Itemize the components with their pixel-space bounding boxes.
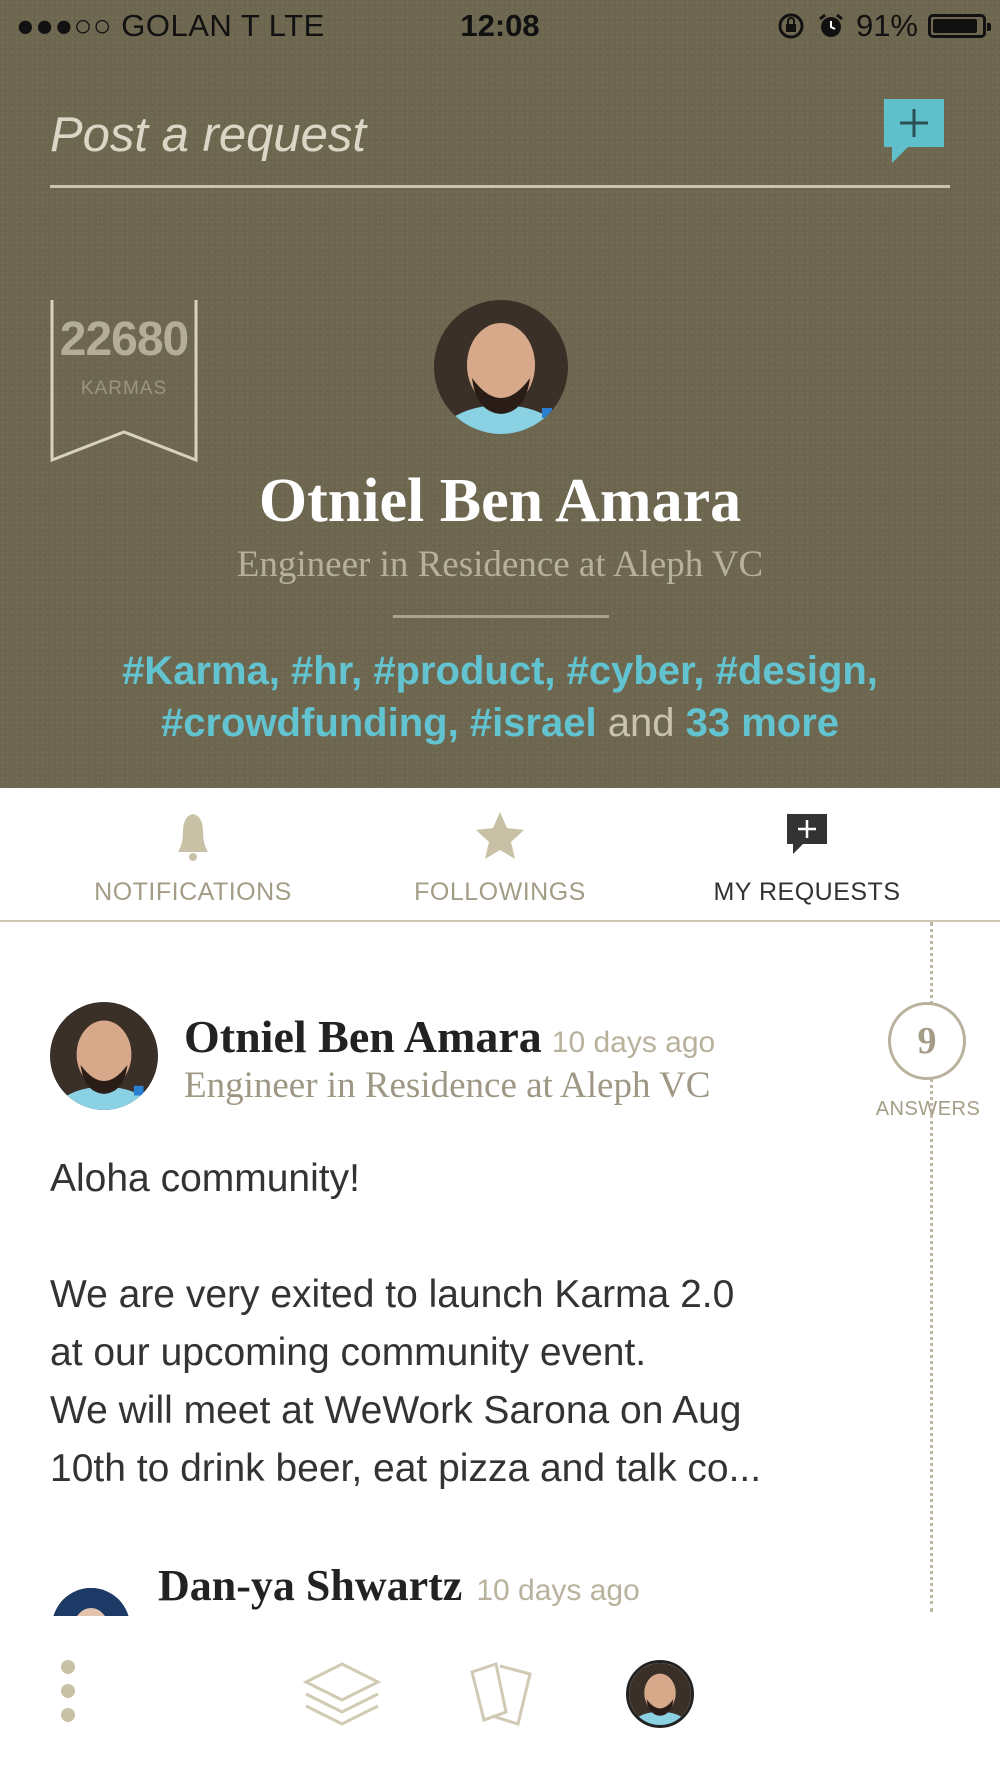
request-body-line: at our upcoming community event. [50, 1331, 647, 1374]
tab-label: MY REQUESTS [713, 878, 901, 906]
reply-author-avatar[interactable] [52, 1588, 130, 1616]
avatar-photo [434, 300, 568, 434]
layers-icon[interactable] [300, 1616, 384, 1776]
tags-line-1[interactable]: #Karma, #hr, #product, #cyber, #design, [50, 645, 950, 697]
profile-name: Otniel Ben Amara [258, 467, 742, 535]
tags-list[interactable]: #crowdfunding, #israel [161, 701, 597, 745]
tags-and: and [607, 701, 675, 745]
request-author-line: Otniel Ben Amara 10 days ago [184, 1010, 715, 1063]
request-body-line: 10th to drink beer, eat pizza and talk c… [50, 1447, 762, 1490]
tab-followings[interactable]: FOLLOWINGS [340, 788, 660, 920]
chat-plus-icon [787, 814, 827, 854]
reply-author-name[interactable]: Dan-ya Shwartz [158, 1561, 462, 1610]
reply-time: 10 days ago [476, 1574, 640, 1607]
battery-fill [933, 19, 977, 33]
karma-label: KARMAS [80, 378, 168, 399]
alarm-icon [819, 13, 843, 37]
request-author-name[interactable]: Otniel Ben Amara [184, 1011, 542, 1062]
reply-author-line: Dan-ya Shwartz 10 days ago [158, 1560, 640, 1611]
avatar-photo [52, 1588, 130, 1616]
post-request-input[interactable]: Post a request [50, 107, 366, 163]
profile-tags: #Karma, #hr, #product, #cyber, #design, … [50, 645, 950, 749]
battery-icon [928, 14, 991, 38]
battery-percent: 91% [855, 8, 918, 43]
chat-plus-icon[interactable] [880, 95, 948, 171]
profile-avatar-icon [629, 1663, 691, 1725]
request-author-title: Engineer in Residence at Aleph VC [184, 1065, 711, 1106]
tab-label: NOTIFICATIONS [94, 878, 292, 906]
tab-notifications[interactable]: NOTIFICATIONS [33, 788, 353, 920]
star-icon [476, 812, 524, 859]
request-time: 10 days ago [551, 1026, 716, 1059]
request-body-line: Aloha community! [50, 1157, 360, 1200]
request-author-avatar[interactable] [50, 1002, 158, 1110]
bottom-nav [0, 1616, 1000, 1778]
bell-icon [178, 814, 208, 861]
avatar-photo [50, 1002, 158, 1110]
status-right: 91% [776, 8, 991, 44]
header-divider [393, 615, 609, 618]
request-body-line: We are very exited to launch Karma 2.0 [50, 1273, 735, 1316]
request-body-line: We will meet at WeWork Sarona on Aug [50, 1389, 742, 1432]
request-body[interactable]: Aloha community! We are very exited to l… [50, 1150, 890, 1498]
karma-badge: 22680 KARMAS [50, 300, 198, 462]
profile-title: Engineer in Residence at Aleph VC [236, 544, 764, 585]
profile-avatar[interactable] [434, 300, 568, 434]
status-bar: ●●●○○ GOLAN T LTE 12:08 91% [0, 0, 1000, 56]
karma-count: 22680 [59, 313, 189, 366]
tags-line-2: #crowdfunding, #israel and 33 more [50, 697, 950, 749]
rotation-lock-icon [778, 13, 804, 39]
cards-icon[interactable] [458, 1616, 542, 1776]
profile-nav-avatar[interactable] [626, 1660, 694, 1728]
post-request-bar[interactable]: Post a request [50, 95, 950, 188]
profile-tabs: NOTIFICATIONS FOLLOWINGS MY REQUESTS [0, 788, 1000, 922]
tab-my-requests[interactable]: MY REQUESTS [647, 788, 967, 920]
tags-more-link[interactable]: 33 more [686, 701, 839, 745]
profile-header: ●●●○○ GOLAN T LTE 12:08 91% Post a reque… [0, 0, 1000, 788]
answers-count-badge[interactable]: 9 [888, 1002, 966, 1080]
tab-label: FOLLOWINGS [414, 878, 586, 906]
reply-item[interactable]: Dan-ya Shwartz 10 days ago [0, 1540, 1000, 1616]
more-vertical-icon[interactable] [48, 1616, 88, 1776]
answers-label: ANSWERS [875, 1098, 981, 1120]
